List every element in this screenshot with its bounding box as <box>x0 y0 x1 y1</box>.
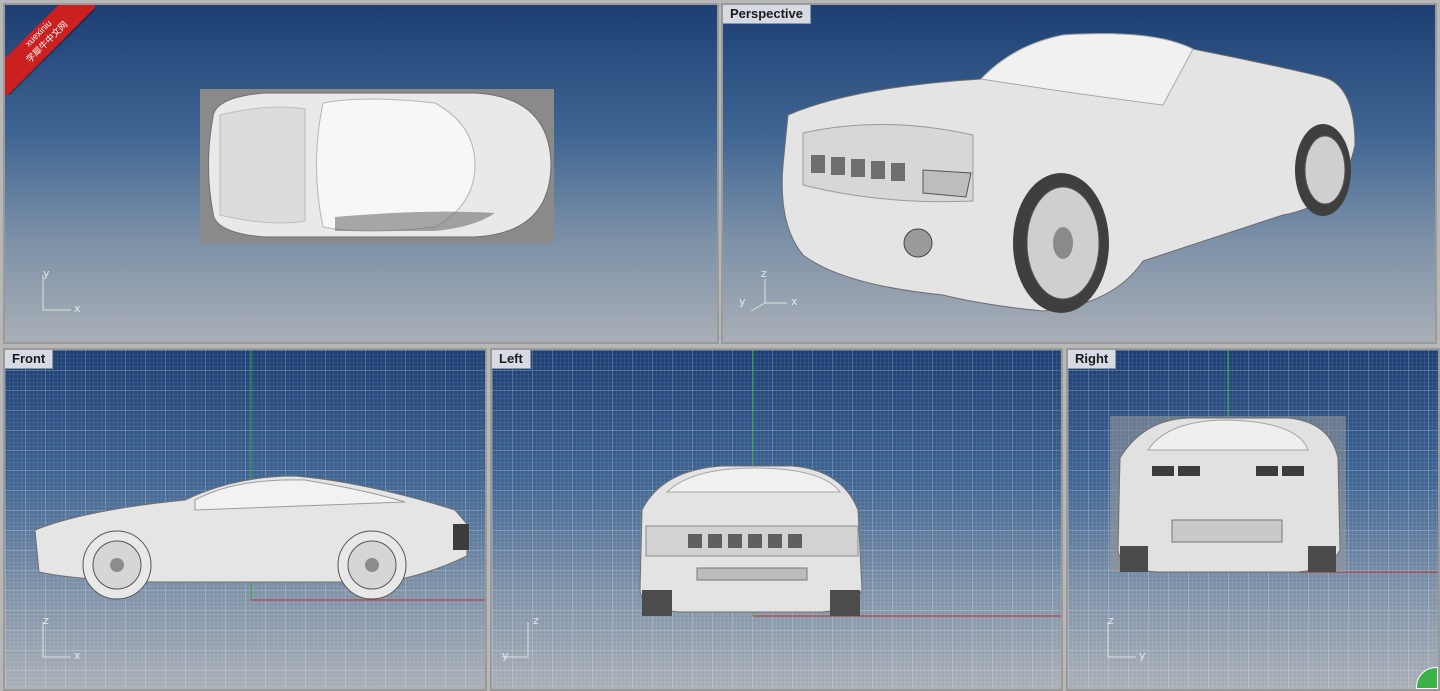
viewport-left[interactable]: Left z y <box>490 348 1063 691</box>
viewport-label-right[interactable]: Right <box>1068 350 1117 369</box>
axis-label-y: y <box>502 649 509 662</box>
top-view-car <box>200 89 554 243</box>
axis-widget-front: z x <box>41 614 81 665</box>
axis-label-y: y <box>1139 649 1146 662</box>
viewport-label-front[interactable]: Front <box>5 350 54 369</box>
viewport-label-perspective[interactable]: Perspective <box>723 5 811 24</box>
axis-label-x: x <box>74 302 81 315</box>
axis-label-z: z <box>1108 614 1114 627</box>
axis-label-z: z <box>533 614 539 627</box>
axis-label-y: y <box>739 295 746 308</box>
axis-label-x: x <box>74 649 81 662</box>
axis-label-x: x <box>791 295 798 308</box>
axis-widget-left: z y <box>502 614 542 665</box>
watermark-ribbon: xuexiniu 学犀牛中文网 <box>5 5 95 95</box>
viewport-top[interactable]: y x xuexiniu 学犀牛中文网 <box>3 3 719 344</box>
axis-label-z: z <box>761 267 767 280</box>
perspective-view-car <box>781 33 1356 313</box>
axis-widget-right: z y <box>1106 614 1146 665</box>
axis-widget-top: y x <box>41 267 81 318</box>
axis-label-z: z <box>43 614 49 627</box>
axis-widget-perspective: z y x <box>739 267 799 318</box>
viewport-perspective[interactable]: Perspective z y x <box>721 3 1437 344</box>
viewport-front[interactable]: Front z x <box>3 348 487 691</box>
axis-label-y: y <box>43 267 50 280</box>
viewport-right[interactable]: Right z y <box>1066 348 1440 691</box>
left-view-car <box>639 350 1061 617</box>
viewport-label-left[interactable]: Left <box>492 350 531 369</box>
